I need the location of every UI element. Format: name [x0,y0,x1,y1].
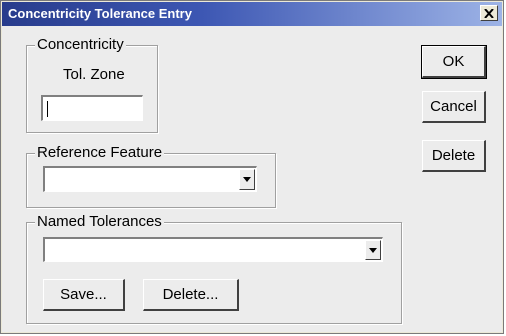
close-icon [484,8,494,18]
title-bar: Concentricity Tolerance Entry [2,2,502,26]
named-tolerances-dropdown-button[interactable] [365,240,381,260]
delete-button[interactable]: Delete [422,140,486,172]
text-caret [47,101,48,117]
ok-button[interactable]: OK [421,45,487,79]
concentricity-legend: Concentricity [35,36,126,53]
dropdown-arrow-icon [243,177,251,182]
tol-zone-label: Tol. Zone [63,66,125,83]
dialog-content: Concentricity Tol. Zone Reference Featur… [2,26,502,332]
close-button[interactable] [480,5,498,21]
concentricity-group: Concentricity Tol. Zone [26,36,158,133]
named-tolerances-legend: Named Tolerances [35,213,164,230]
reference-feature-group: Reference Feature [26,144,276,208]
named-tolerances-group: Named Tolerances Save... Delete... [26,213,402,324]
save-button[interactable]: Save... [43,279,125,311]
window-title: Concentricity Tolerance Entry [8,6,192,21]
tol-zone-input[interactable] [41,95,143,121]
concentricity-dialog: Concentricity Tolerance Entry Concentric… [0,0,504,334]
reference-feature-legend: Reference Feature [35,144,165,161]
reference-feature-dropdown-button[interactable] [239,169,255,190]
named-tolerances-select[interactable] [43,237,383,262]
cancel-button[interactable]: Cancel [422,91,486,123]
reference-feature-select[interactable] [43,166,257,192]
delete-named-button[interactable]: Delete... [143,279,239,311]
dropdown-arrow-icon [369,247,377,253]
